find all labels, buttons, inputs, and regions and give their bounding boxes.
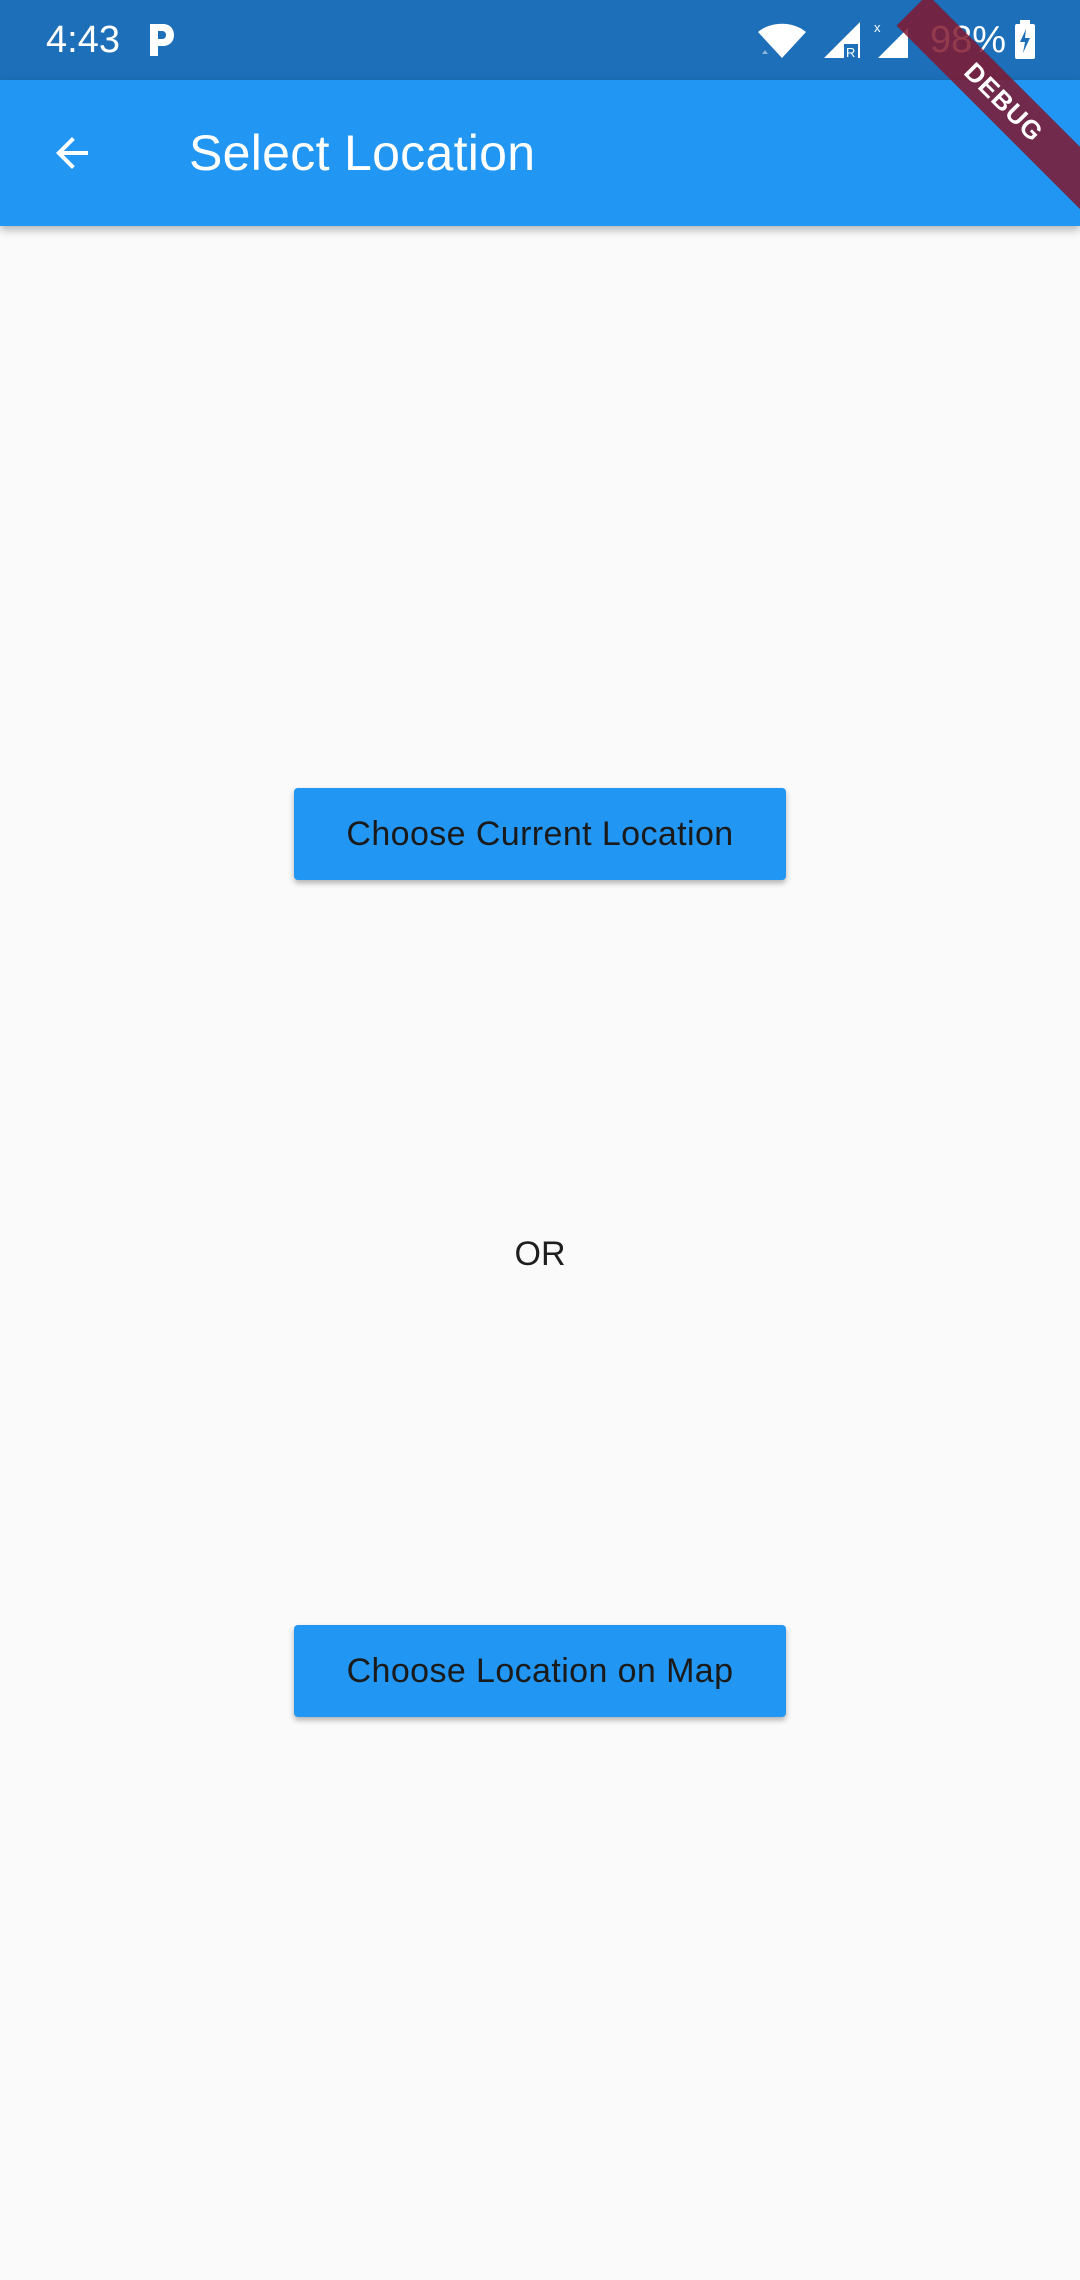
app-bar: Select Location bbox=[0, 80, 1080, 226]
or-separator: OR bbox=[514, 1235, 566, 1273]
status-icons: R x 98% bbox=[756, 16, 1036, 64]
arrow-left-icon bbox=[56, 137, 88, 169]
signal-roaming-icon: R bbox=[823, 22, 860, 60]
parking-p-icon bbox=[150, 24, 174, 56]
svg-text:x: x bbox=[874, 20, 881, 35]
battery-charging-icon bbox=[1015, 20, 1035, 59]
svg-text:R: R bbox=[846, 45, 855, 60]
wifi-icon bbox=[757, 23, 806, 58]
back-button[interactable] bbox=[30, 111, 114, 195]
status-time: 4:43 bbox=[46, 19, 120, 61]
choose-current-location-button[interactable]: Choose Current Location bbox=[294, 788, 786, 880]
page-title: Select Location bbox=[189, 125, 536, 181]
choose-location-on-map-button[interactable]: Choose Location on Map bbox=[294, 1625, 786, 1717]
